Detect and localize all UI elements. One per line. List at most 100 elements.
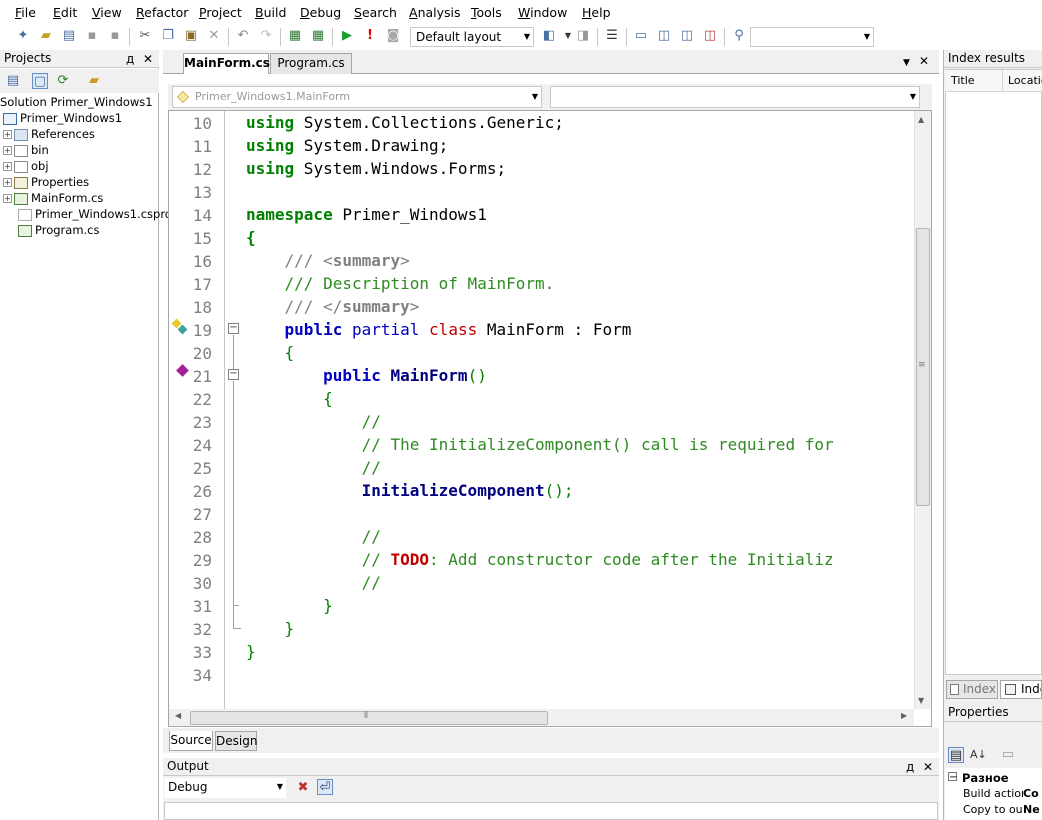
- bookmark-clear-icon[interactable]: ◫: [702, 28, 718, 44]
- expand-icon[interactable]: +: [3, 162, 12, 171]
- build-icon[interactable]: ▦: [287, 28, 303, 44]
- sort-alphabetical-icon[interactable]: A↓: [970, 747, 987, 763]
- tree-properties[interactable]: + Properties: [3, 174, 89, 190]
- index-results-list[interactable]: [945, 69, 1042, 675]
- project-properties-icon[interactable]: ▤: [5, 73, 21, 89]
- horizontal-scroll-thumb[interactable]: [190, 711, 548, 725]
- categorized-icon[interactable]: ▤: [948, 747, 964, 763]
- collapse-all-icon[interactable]: ▰: [86, 73, 102, 89]
- pin-icon[interactable]: д: [906, 760, 914, 774]
- refresh-icon[interactable]: ⟳: [55, 73, 71, 89]
- close-icon[interactable]: ✕: [923, 760, 933, 774]
- scroll-up-icon[interactable]: ▲: [918, 115, 924, 124]
- member-combo[interactable]: ▼: [550, 86, 920, 108]
- menu-view[interactable]: View: [92, 5, 122, 20]
- menu-window[interactable]: Window: [518, 5, 567, 20]
- tree-obj[interactable]: + obj: [3, 158, 49, 174]
- menu-analysis[interactable]: Analysis: [409, 5, 461, 20]
- tab-index-label: Index: [963, 682, 997, 696]
- tree-program[interactable]: Program.cs: [18, 222, 100, 238]
- tree-csproj[interactable]: Primer_Windows1.csproj: [18, 206, 175, 222]
- grip-icon: ⦀: [364, 711, 368, 721]
- expand-icon[interactable]: +: [3, 178, 12, 187]
- paste-icon[interactable]: ▣: [183, 28, 199, 44]
- scroll-left-icon[interactable]: ◀: [175, 711, 181, 720]
- layout-select[interactable]: Default layout ▼: [410, 27, 534, 47]
- tree-bin[interactable]: + bin: [3, 142, 49, 158]
- close-icon[interactable]: ✕: [143, 52, 153, 66]
- properties-object-select[interactable]: [945, 723, 1042, 745]
- class-combo[interactable]: Primer_Windows1.MainForm ▼: [172, 86, 542, 108]
- copy-icon[interactable]: ❐: [160, 28, 176, 44]
- property-pages-icon[interactable]: ▭: [1000, 747, 1016, 763]
- menu-help[interactable]: Help: [582, 5, 611, 20]
- projects-pad-header: Projects: [0, 50, 159, 68]
- tab-source[interactable]: Source: [169, 731, 213, 751]
- save-icon[interactable]: ▪: [84, 28, 100, 44]
- code-line-17: /// Description of MainForm.: [246, 274, 555, 293]
- rebuild-icon[interactable]: ▦: [310, 28, 326, 44]
- close-icon[interactable]: ✕: [919, 54, 929, 68]
- tree-label: Properties: [31, 175, 90, 189]
- menu-search[interactable]: Search: [354, 5, 397, 20]
- tab-mainform[interactable]: MainForm.cs: [183, 53, 270, 74]
- menu-edit[interactable]: Edit: [53, 5, 77, 20]
- expand-icon[interactable]: +: [3, 194, 12, 203]
- scroll-right-icon[interactable]: ▶: [901, 711, 907, 720]
- cut-icon[interactable]: ✂: [137, 28, 153, 44]
- open-project-icon[interactable]: ▤: [61, 28, 77, 44]
- tree-solution[interactable]: Solution Primer_Windows1: [0, 94, 153, 110]
- column-header-location[interactable]: Location: [1003, 70, 1042, 92]
- menu-file[interactable]: File: [15, 5, 36, 20]
- run-icon[interactable]: ▶: [339, 28, 355, 44]
- navigate-back-icon[interactable]: ◧: [541, 28, 557, 44]
- tab-design[interactable]: Design: [215, 731, 257, 751]
- property-value-build-action[interactable]: Co: [1023, 787, 1042, 800]
- code-line-12: using System.Windows.Forms;: [246, 159, 507, 178]
- menu-tools[interactable]: Tools: [471, 5, 502, 20]
- tree-mainform[interactable]: + MainForm.cs: [3, 190, 103, 206]
- search-icon[interactable]: ⚲: [731, 28, 747, 44]
- output-text-area[interactable]: [164, 802, 938, 820]
- delete-icon[interactable]: ✕: [206, 28, 222, 44]
- show-all-files-icon[interactable]: ▢: [32, 73, 48, 89]
- search-combo[interactable]: ▼: [750, 27, 874, 47]
- tree-project[interactable]: Primer_Windows1: [3, 110, 122, 126]
- undo-icon[interactable]: ↶: [235, 28, 251, 44]
- line-number: 10: [192, 114, 212, 133]
- word-wrap-icon[interactable]: ⏎: [317, 779, 333, 795]
- bookmark-next-icon[interactable]: ◫: [679, 28, 695, 44]
- column-header-title[interactable]: Title: [945, 70, 1003, 92]
- tab-index-results[interactable]: Inde: [1000, 680, 1042, 699]
- tab-program[interactable]: Program.cs: [270, 53, 352, 74]
- navigate-forward-icon[interactable]: ◨: [575, 28, 591, 44]
- stop-icon[interactable]: ◙: [385, 28, 401, 44]
- code-line-16: /// <summary>: [246, 251, 410, 270]
- pin-icon[interactable]: д: [126, 52, 134, 66]
- menu-debug[interactable]: Debug: [300, 5, 341, 20]
- chevron-down-icon[interactable]: ▼: [560, 28, 576, 44]
- menu-build[interactable]: Build: [255, 5, 286, 20]
- run-without-debugger-icon[interactable]: !: [362, 28, 378, 44]
- toggle-indent-icon[interactable]: ☰: [604, 28, 620, 44]
- tab-index[interactable]: Index: [946, 680, 998, 699]
- expand-icon[interactable]: +: [3, 130, 12, 139]
- menu-project[interactable]: Project: [199, 5, 242, 20]
- property-value-copy-to-output[interactable]: Ne: [1023, 803, 1042, 816]
- scroll-down-icon[interactable]: ▼: [918, 696, 924, 705]
- menu-refactor[interactable]: Refactor: [136, 5, 188, 20]
- bookmark-prev-icon[interactable]: ◫: [656, 28, 672, 44]
- output-source-select[interactable]: Debug ▼: [164, 778, 286, 798]
- comment-icon[interactable]: ▭: [633, 28, 649, 44]
- chevron-down-icon[interactable]: ▼: [903, 56, 910, 70]
- tree-references[interactable]: + References: [3, 126, 95, 142]
- fold-collapse-icon[interactable]: −: [228, 323, 239, 334]
- collapse-category-icon[interactable]: −: [948, 772, 957, 783]
- fold-collapse-icon[interactable]: −: [228, 369, 239, 380]
- open-folder-icon[interactable]: ▰: [38, 28, 54, 44]
- save-all-icon[interactable]: ▪: [107, 28, 123, 44]
- clear-output-icon[interactable]: ✖: [295, 780, 311, 796]
- redo-icon[interactable]: ↷: [258, 28, 274, 44]
- new-file-icon[interactable]: ✦: [15, 28, 31, 44]
- expand-icon[interactable]: +: [3, 146, 12, 155]
